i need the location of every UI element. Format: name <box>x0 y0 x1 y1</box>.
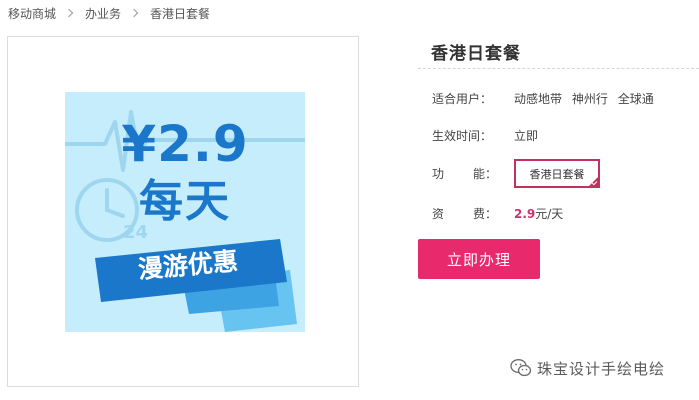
function-label-char-1: 功 <box>432 167 445 181</box>
function-option-label: 香港日套餐 <box>529 167 585 181</box>
fee-amount: 2.9 <box>514 207 536 221</box>
breadcrumb-item-current: 香港日套餐 <box>150 6 211 21</box>
chevron-right-icon <box>129 8 139 18</box>
user-tag-easyown: 神州行 <box>571 92 608 106</box>
breadcrumb-item-business[interactable]: 办业务 <box>85 5 121 22</box>
watermark-text: 珠宝设计手绘电绘 <box>537 359 666 378</box>
fee-label-char-2: 费： <box>473 207 498 221</box>
effective-value: 立即 <box>514 129 539 143</box>
product-image-frame: 24 ¥2.9 每天 漫游优惠 <box>7 36 359 387</box>
fee-value: 2.9元/天 <box>514 206 563 222</box>
users-value: 动感地带 神州行 全球通 <box>514 91 660 107</box>
users-label: 适合用户： <box>432 92 493 106</box>
product-title: 香港日套餐 <box>431 44 521 64</box>
fee-unit: 元/天 <box>535 207 564 221</box>
fee-label-char-1: 资 <box>432 207 445 221</box>
effective-label: 生效时间： <box>432 129 493 143</box>
promo-daily: 每天 <box>139 176 231 227</box>
fee-label: 资 费： <box>432 206 504 222</box>
chevron-right-icon <box>64 8 74 18</box>
apply-button[interactable]: 立即办理 <box>418 239 540 279</box>
watermark: 珠宝设计手绘电绘 <box>510 357 665 379</box>
promo-price: ¥2.9 <box>121 115 249 173</box>
wechat-icon <box>510 359 532 377</box>
product-image: 24 ¥2.9 每天 漫游优惠 <box>65 92 305 332</box>
title-divider <box>418 68 699 69</box>
function-option-selected[interactable]: 香港日套餐 <box>514 159 600 188</box>
breadcrumb-item-mall[interactable]: 移动商城 <box>8 5 56 22</box>
breadcrumb: 移动商城 办业务 香港日套餐 <box>8 5 210 21</box>
function-label-char-2: 能： <box>473 167 498 181</box>
user-tag-gotone: 全球通 <box>617 92 654 106</box>
function-label: 功 能： <box>432 166 504 182</box>
page: 移动商城 办业务 香港日套餐 24 ¥2.9 每天 漫游优惠 香港日套餐 适合用… <box>0 0 699 400</box>
user-tag-mzone: 动感地带 <box>514 92 563 106</box>
